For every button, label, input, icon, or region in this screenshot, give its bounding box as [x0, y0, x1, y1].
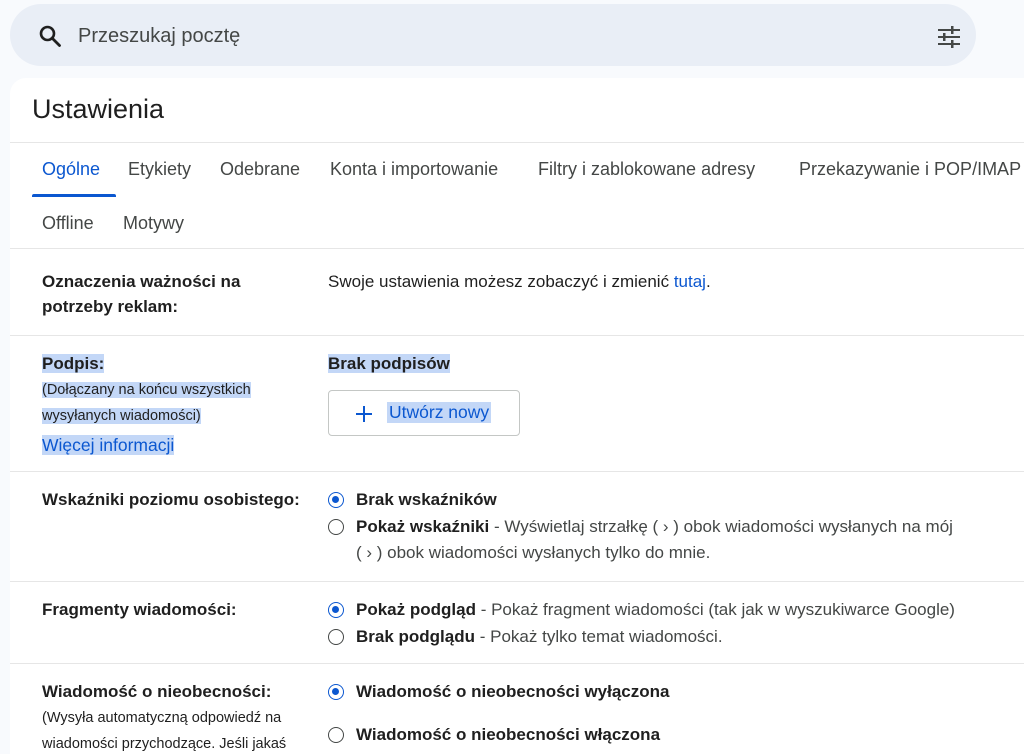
tab-themes[interactable]: Motywy [123, 213, 184, 234]
search-icon[interactable] [38, 24, 62, 48]
ads-label: Oznaczenia ważności na potrzeby reklam: [42, 272, 241, 316]
snippets-label: Fragmenty wiadomości: [42, 600, 237, 619]
tab-forwarding-pop-imap[interactable]: Przekazywanie i POP/IMAP [799, 159, 1021, 180]
radio-show-snippets[interactable] [328, 602, 344, 618]
no-signatures-text: Brak podpisów [328, 354, 450, 373]
page-title: Ustawienia [32, 94, 165, 124]
option-show-snippets: Pokaż podgląd - Pokaż fragment wiadomośc… [356, 600, 955, 619]
radio-show-indicators[interactable] [328, 519, 344, 535]
personal-level-label: Wskaźniki poziomu osobistego: [42, 490, 300, 509]
create-signature-button[interactable]: Utwórz nowy [328, 390, 520, 436]
option-show-indicators: Pokaż wskaźniki - Wyświetlaj strzałkę ( … [356, 517, 953, 536]
search-bar[interactable] [10, 4, 976, 66]
tab-general[interactable]: Ogólne [42, 159, 100, 180]
tab-filters-blocked[interactable]: Filtry i zablokowane adresy [538, 159, 755, 180]
tab-labels[interactable]: Etykiety [128, 159, 191, 180]
tab-offline[interactable]: Offline [42, 213, 94, 234]
ads-value: Swoje ustawienia możesz zobaczyć i zmien… [328, 272, 711, 291]
signature-more-info[interactable]: Więcej informacji [42, 433, 175, 458]
signature-label: Podpis: [42, 354, 105, 373]
option-show-indicators-desc: ( › ) obok wiadomości wysłanych tylko do… [356, 543, 711, 562]
plus-icon [356, 406, 372, 422]
settings-panel: Ustawienia Ogólne Etykiety Odebrane Kont… [10, 78, 1024, 754]
create-signature-label: Utwórz nowy [387, 402, 492, 423]
vacation-label: Wiadomość o nieobecności: [42, 682, 272, 701]
divider [10, 663, 1024, 664]
divider [10, 142, 1024, 143]
search-options-icon[interactable] [936, 26, 962, 48]
option-vacation-on: Wiadomość o nieobecności włączona [356, 725, 661, 744]
divider [10, 581, 1024, 582]
search-input[interactable] [78, 22, 878, 50]
divider [10, 248, 1024, 249]
tab-accounts-import[interactable]: Konta i importowanie [330, 159, 498, 180]
radio-no-indicators[interactable] [328, 492, 344, 508]
ads-settings-link[interactable]: tutaj [674, 272, 706, 291]
option-no-indicators: Brak wskaźników [356, 490, 497, 509]
divider [10, 471, 1024, 472]
option-vacation-off: Wiadomość o nieobecności wyłączona [356, 682, 670, 701]
option-no-snippets: Brak podglądu - Pokaż tylko temat wiadom… [356, 627, 723, 646]
active-tab-indicator [32, 194, 116, 197]
radio-vacation-off[interactable] [328, 684, 344, 700]
vacation-description: (Wysyła automatyczną odpowiedź na wiadomo… [42, 710, 287, 752]
radio-vacation-on[interactable] [328, 727, 344, 743]
radio-no-snippets[interactable] [328, 629, 344, 645]
tab-inbox[interactable]: Odebrane [220, 159, 300, 180]
divider [10, 335, 1024, 336]
signature-description: (Dołączany na końcu wszystkich wysyłanych… [42, 382, 251, 424]
